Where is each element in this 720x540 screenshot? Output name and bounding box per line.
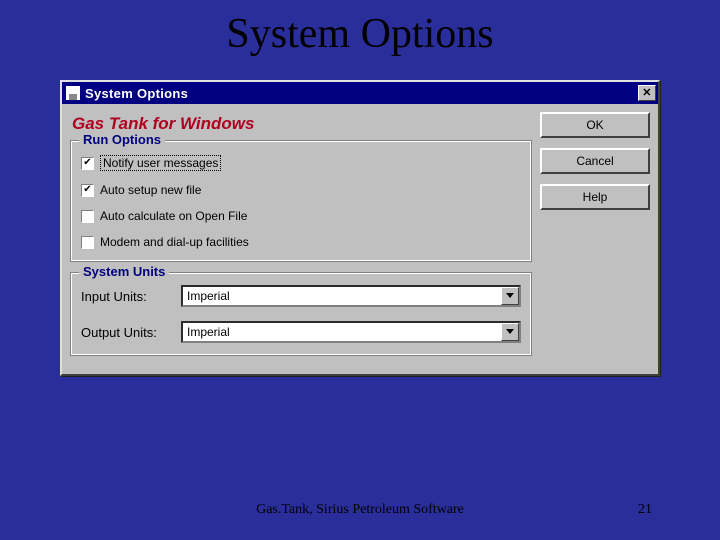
chevron-down-icon — [506, 329, 514, 335]
system-units-legend: System Units — [79, 264, 169, 279]
slide-footer-text: Gas.Tank, Sirius Petroleum Software — [0, 502, 720, 518]
titlebar: System Options ✕ — [62, 82, 658, 104]
output-units-label: Output Units: — [81, 325, 171, 340]
output-units-dropdown[interactable]: Imperial — [181, 321, 521, 343]
input-units-dropdown[interactable]: Imperial — [181, 285, 521, 307]
slide-title: System Options — [0, 10, 720, 58]
app-icon — [66, 86, 80, 100]
checkbox-label: Modem and dial-up facilities — [100, 235, 249, 249]
checkbox-label: Auto calculate on Open File — [100, 209, 247, 223]
dropdown-value: Imperial — [187, 325, 230, 339]
checkbox-icon — [81, 236, 94, 249]
close-icon: ✕ — [642, 88, 652, 99]
cancel-button[interactable]: Cancel — [540, 148, 650, 174]
help-button[interactable]: Help — [540, 184, 650, 210]
system-options-dialog: System Options ✕ Gas Tank for Windows Ru… — [60, 80, 660, 376]
checkbox-icon — [81, 157, 94, 170]
system-units-group: System Units Input Units: Imperial Outpu… — [70, 272, 532, 356]
checkbox-icon — [81, 184, 94, 197]
close-button[interactable]: ✕ — [638, 85, 656, 101]
window-title: System Options — [85, 86, 638, 101]
run-options-legend: Run Options — [79, 132, 165, 147]
dropdown-button[interactable] — [501, 323, 519, 341]
checkbox-auto-calculate-open-file[interactable]: Auto calculate on Open File — [81, 209, 521, 223]
checkbox-auto-setup-new-file[interactable]: Auto setup new file — [81, 183, 521, 197]
checkbox-label: Notify user messages — [100, 155, 221, 171]
input-units-label: Input Units: — [81, 289, 171, 304]
chevron-down-icon — [506, 293, 514, 299]
checkbox-label: Auto setup new file — [100, 183, 201, 197]
dropdown-value: Imperial — [187, 289, 230, 303]
checkbox-notify-user-messages[interactable]: Notify user messages — [81, 155, 521, 171]
checkbox-icon — [81, 210, 94, 223]
checkbox-modem-dialup[interactable]: Modem and dial-up facilities — [81, 235, 521, 249]
dropdown-button[interactable] — [501, 287, 519, 305]
ok-button[interactable]: OK — [540, 112, 650, 138]
slide-page-number: 21 — [638, 502, 652, 518]
run-options-group: Run Options Notify user messages Auto se… — [70, 140, 532, 262]
